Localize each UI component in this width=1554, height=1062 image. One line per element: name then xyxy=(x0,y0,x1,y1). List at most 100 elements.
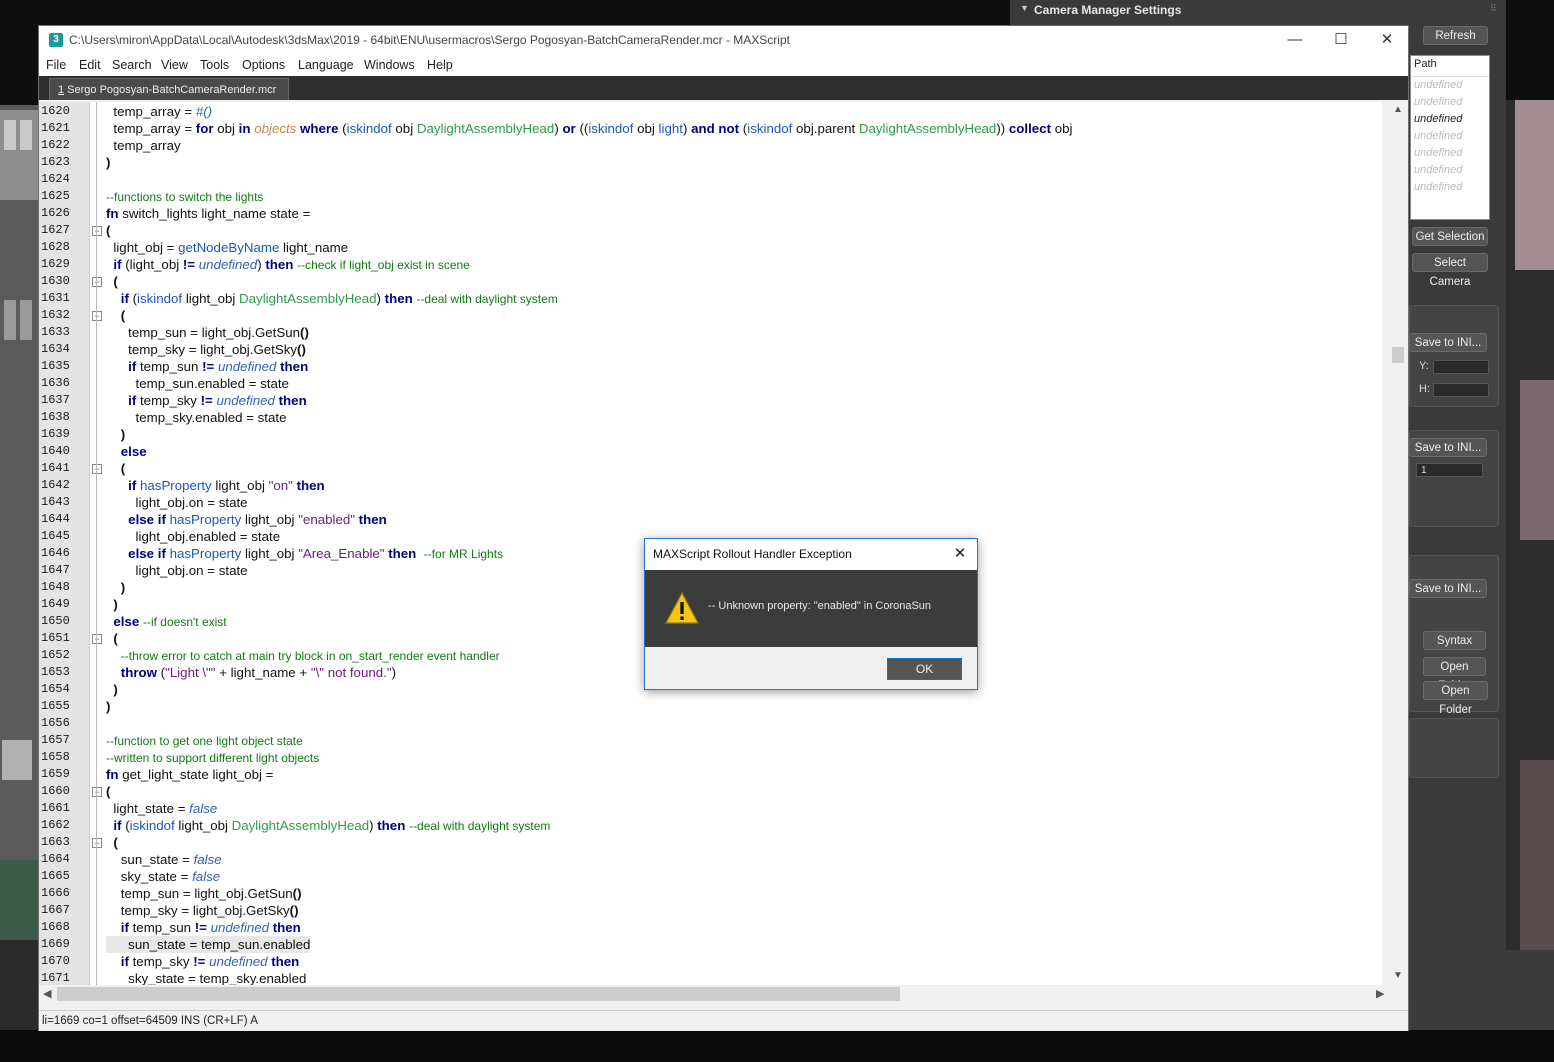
code-line[interactable]: --throw error to catch at main try block… xyxy=(106,647,500,664)
y-spinner[interactable] xyxy=(1433,360,1489,374)
code-line[interactable]: temp_sun = light_obj.GetSun() xyxy=(106,885,302,902)
dialog-close-button[interactable]: ✕ xyxy=(949,543,971,565)
code-line[interactable]: ) xyxy=(106,596,117,613)
code-line[interactable]: light_obj.enabled = state xyxy=(106,528,281,545)
menu-language[interactable]: Language xyxy=(298,55,354,76)
scroll-left-icon[interactable]: ◀ xyxy=(43,987,51,1000)
maximize-button[interactable]: ☐ xyxy=(1318,26,1364,55)
code-line[interactable]: --functions to switch the lights xyxy=(106,188,263,205)
menu-options[interactable]: Options xyxy=(242,55,285,76)
code-line[interactable]: ) xyxy=(106,698,110,715)
code-line[interactable]: light_obj = getNodeByName light_name xyxy=(106,239,348,256)
code-line[interactable]: ( xyxy=(106,783,110,800)
code-line[interactable]: else --if doesn't exist xyxy=(106,613,226,630)
scroll-up-icon[interactable]: ▲ xyxy=(1393,104,1403,115)
code-line[interactable]: ( xyxy=(106,273,117,290)
code-line[interactable]: --function to get one light object state xyxy=(106,732,303,749)
menu-view[interactable]: View xyxy=(161,55,188,76)
fold-toggle-icon[interactable]: − xyxy=(92,226,102,236)
vertical-scrollbar[interactable]: ▲ ▼ xyxy=(1388,102,1408,985)
code-line[interactable]: ) xyxy=(106,579,125,596)
code-line[interactable]: if (light_obj != undefined) then --check… xyxy=(106,256,469,273)
minimize-button[interactable]: — xyxy=(1272,26,1318,55)
camera-path-list[interactable]: Path undefined undefined undefined undef… xyxy=(1410,55,1490,220)
code-line[interactable]: temp_sky.enabled = state xyxy=(106,409,287,426)
list-item-selected[interactable]: undefined xyxy=(1411,111,1489,128)
code-line[interactable]: sky_state = temp_sky.enabled xyxy=(106,970,306,985)
code-line[interactable]: light_obj.on = state xyxy=(106,494,248,511)
collapse-arrow-icon[interactable]: ▼ xyxy=(1020,3,1029,13)
menu-edit[interactable]: Edit xyxy=(79,55,101,76)
code-line[interactable]: ( xyxy=(106,834,117,851)
fold-toggle-icon[interactable]: − xyxy=(92,787,102,797)
code-line[interactable]: ) xyxy=(106,681,117,698)
code-line[interactable]: temp_sun.enabled = state xyxy=(106,375,289,392)
menu-tools[interactable]: Tools xyxy=(200,55,229,76)
list-item[interactable]: undefined xyxy=(1411,145,1489,162)
fold-toggle-icon[interactable]: − xyxy=(92,838,102,848)
code-line[interactable]: sky_state = false xyxy=(106,868,220,885)
code-line[interactable]: ) xyxy=(106,426,125,443)
menu-search[interactable]: Search xyxy=(112,55,152,76)
save-to-ini-button[interactable]: Save to INI... xyxy=(1409,333,1487,352)
open-folder-button[interactable]: Open Folder xyxy=(1423,657,1486,692)
horizontal-scrollbar[interactable]: ◀ ▶ xyxy=(39,985,1388,1003)
code-line[interactable]: if (iskindof light_obj DaylightAssemblyH… xyxy=(106,290,558,307)
code-line[interactable]: sun_state = false xyxy=(106,851,222,868)
code-line[interactable]: if temp_sun != undefined then xyxy=(106,919,301,936)
code-line[interactable]: if (iskindof light_obj DaylightAssemblyH… xyxy=(106,817,550,834)
code-line[interactable]: if temp_sky != undefined then xyxy=(106,953,300,970)
list-item[interactable]: undefined xyxy=(1411,77,1489,94)
code-line[interactable]: temp_array = for obj in objects where (i… xyxy=(106,120,1072,137)
code-line[interactable]: throw ("Light \"" + light_name + "\" not… xyxy=(106,664,396,681)
save-to-ini-button[interactable]: Save to INI... xyxy=(1409,579,1487,598)
code-line[interactable]: temp_array = #() xyxy=(106,103,212,120)
code-line[interactable]: ( xyxy=(106,222,110,239)
list-item[interactable]: undefined xyxy=(1411,94,1489,111)
code-line[interactable]: fn switch_lights light_name state = xyxy=(106,205,310,222)
fold-toggle-icon[interactable]: − xyxy=(92,277,102,287)
list-item[interactable]: undefined xyxy=(1411,179,1489,196)
menu-windows[interactable]: Windows xyxy=(364,55,415,76)
code-line[interactable]: temp_sun = light_obj.GetSun() xyxy=(106,324,309,341)
fold-toggle-icon[interactable]: − xyxy=(92,311,102,321)
list-item[interactable]: undefined xyxy=(1411,128,1489,145)
code-line[interactable]: if hasProperty light_obj "on" then xyxy=(106,477,324,494)
code-line[interactable]: light_obj.on = state xyxy=(106,562,248,579)
count-spinner[interactable]: 1 xyxy=(1416,463,1483,477)
code-line[interactable]: fn get_light_state light_obj = xyxy=(106,766,273,783)
code-line[interactable]: if temp_sky != undefined then xyxy=(106,392,307,409)
code-line[interactable]: temp_sky = light_obj.GetSky() xyxy=(106,341,306,358)
select-camera-button[interactable]: Select Camera xyxy=(1412,253,1488,288)
close-button[interactable]: ✕ xyxy=(1364,26,1410,55)
list-item[interactable]: undefined xyxy=(1411,162,1489,179)
scroll-right-icon[interactable]: ▶ xyxy=(1376,987,1384,1000)
code-line[interactable]: --written to support different light obj… xyxy=(106,749,319,766)
scroll-down-icon[interactable]: ▼ xyxy=(1393,970,1403,981)
refresh-button[interactable]: Refresh xyxy=(1423,26,1488,45)
code-line[interactable]: else xyxy=(106,443,147,460)
code-line[interactable]: if temp_sun != undefined then xyxy=(106,358,308,375)
code-line-current[interactable]: sun_state = temp_sun.enabled xyxy=(106,936,311,953)
vertical-scroll-thumb[interactable] xyxy=(1392,347,1404,363)
fold-toggle-icon[interactable]: − xyxy=(92,464,102,474)
menu-help[interactable]: Help xyxy=(427,55,453,76)
save-to-ini-button[interactable]: Save to INI... xyxy=(1409,438,1487,457)
dialog-title-bar[interactable]: MAXScript Rollout Handler Exception ✕ xyxy=(645,539,977,570)
ok-button[interactable]: OK xyxy=(887,658,962,680)
code-line[interactable]: else if hasProperty light_obj "Area_Enab… xyxy=(106,545,503,562)
get-selection-button[interactable]: Get Selection xyxy=(1412,227,1488,246)
open-folder-button[interactable]: Open Folder xyxy=(1423,681,1488,716)
code-line[interactable]: temp_array xyxy=(106,137,180,154)
fold-toggle-icon[interactable]: − xyxy=(92,634,102,644)
h-spinner[interactable] xyxy=(1433,383,1489,397)
code-line[interactable]: ( xyxy=(106,460,125,477)
menu-file[interactable]: File xyxy=(46,55,66,76)
syntax-button[interactable]: Syntax xyxy=(1423,631,1486,650)
horizontal-scroll-thumb[interactable] xyxy=(57,987,900,1001)
code-line[interactable]: light_state = false xyxy=(106,800,217,817)
code-line[interactable]: ) xyxy=(106,154,110,171)
code-line[interactable]: ( xyxy=(106,307,125,324)
code-line[interactable]: else if hasProperty light_obj "enabled" … xyxy=(106,511,387,528)
code-line[interactable]: temp_sky = light_obj.GetSky() xyxy=(106,902,299,919)
